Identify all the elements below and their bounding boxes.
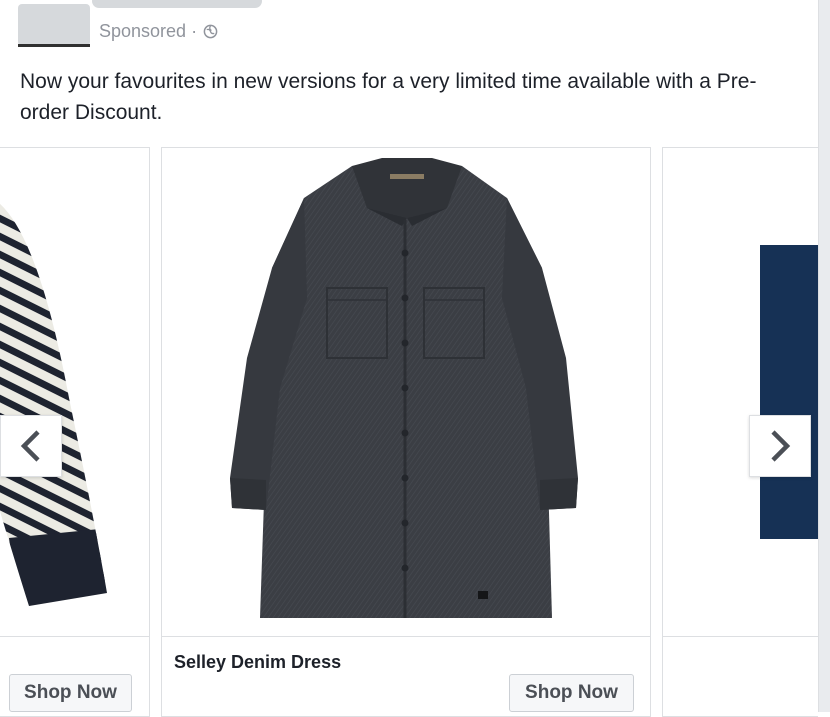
carousel-card-2[interactable]: Selley Denim Dress Shop Now <box>161 147 651 717</box>
sponsored-label: Sponsored · <box>99 21 218 42</box>
sponsored-text: Sponsored · <box>99 21 198 41</box>
card-divider <box>162 636 650 637</box>
shop-now-button[interactable]: Shop Now <box>509 674 634 712</box>
product-image-navy-item[interactable] <box>663 148 818 636</box>
post-message: Now your favourites in new versions for … <box>20 70 757 124</box>
shop-now-button[interactable]: Shop Now <box>9 674 132 712</box>
chevron-right-icon <box>771 430 791 462</box>
card-divider <box>663 636 818 637</box>
page-gutter <box>818 0 830 712</box>
chevron-left-icon <box>20 430 40 462</box>
carousel-next-button[interactable] <box>749 415 811 477</box>
avatar[interactable] <box>18 4 90 46</box>
carousel-prev-button[interactable] <box>0 415 62 477</box>
avatar-underline <box>18 44 90 47</box>
card-divider <box>0 636 149 637</box>
author-name-blur <box>92 0 262 8</box>
product-image-striped-sweater[interactable] <box>0 148 149 636</box>
product-title[interactable]: Selley Denim Dress <box>174 652 341 673</box>
globe-icon <box>203 24 218 39</box>
product-image-denim-dress[interactable] <box>162 148 650 636</box>
